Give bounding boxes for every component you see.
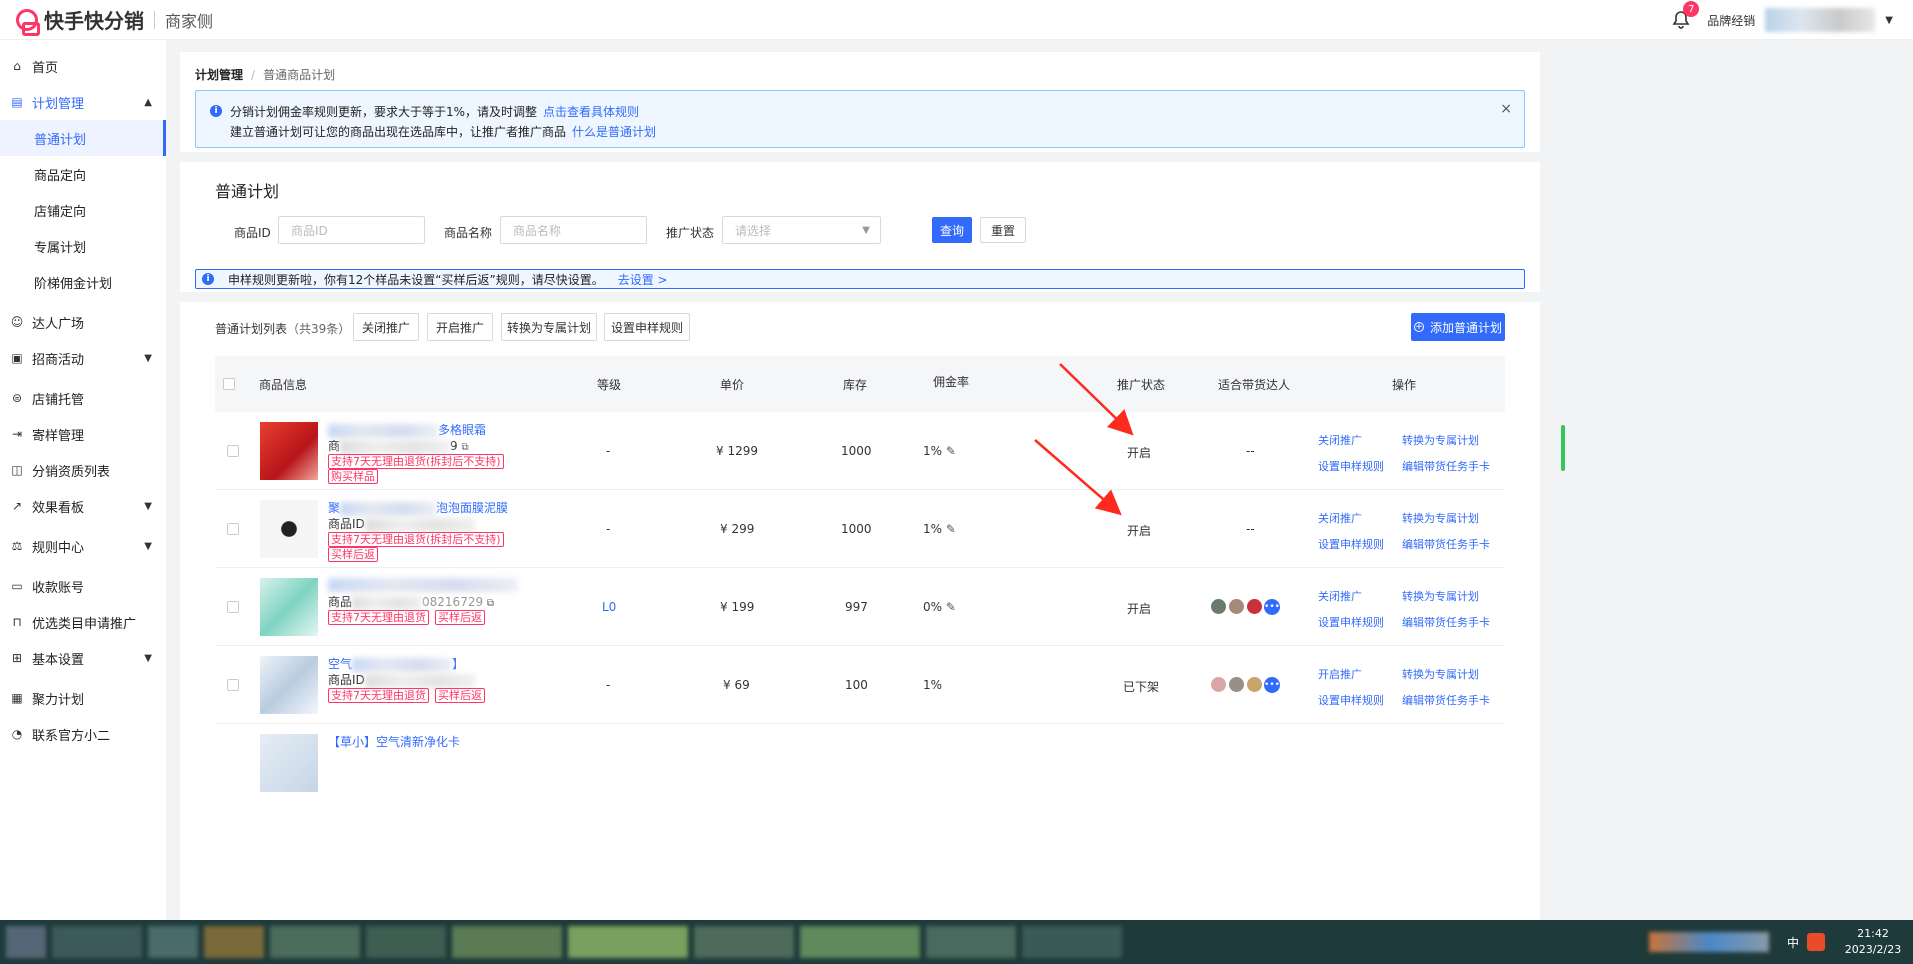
sidebar-item-store-hosting[interactable]: ⊜ 店铺托管 — [0, 380, 166, 416]
sidebar-item-merchant-activity[interactable]: ▣ 招商活动 ▼ — [0, 340, 166, 376]
sidebar-item-label: 优选类目申请推广 — [32, 616, 137, 632]
sidebar: ⌂ 首页 ▤ 计划管理 ▲ 普通计划 商品定向 店铺定向 专属计划 阶梯佣金计划 ☺ 达… — [0, 40, 166, 920]
sidebar-subitem-exclusive-plan[interactable]: 专属计划 — [0, 228, 166, 264]
annotation-arrows — [1034, 363, 1134, 516]
ime-indicator[interactable]: 中 — [1787, 934, 1799, 951]
sidebar-item-label: 寄样管理 — [32, 428, 85, 444]
sidebar-item-qualification-list[interactable]: ◫ 分销资质列表 — [0, 452, 166, 488]
sidebar-item-home[interactable]: ⌂ 首页 — [0, 48, 166, 84]
sidebar-subitem-tiered-commission[interactable]: 阶梯佣金计划 — [0, 264, 166, 300]
sidebar-item-label: 首页 — [32, 60, 59, 76]
sidebar-item-label: 招商活动 — [32, 352, 85, 368]
sidebar-subitem-normal-plan[interactable]: 普通计划 — [0, 120, 166, 156]
sidebar-item-contact-official[interactable]: ◔ 联系官方小二 — [0, 716, 166, 752]
sidebar-item-effect-board[interactable]: ↗ 效果看板 ▼ — [0, 488, 166, 524]
chevron-up-icon: ▲ — [144, 96, 152, 108]
sidebar-item-label: 联系官方小二 — [32, 728, 111, 744]
bell-icon[interactable]: 7 — [1671, 1, 1700, 30]
red-arrow — [1059, 363, 1134, 436]
sidebar-item-label: 达人广场 — [32, 316, 85, 332]
wallet-icon: ▭ — [11, 579, 23, 593]
tray-icons[interactable] — [1648, 932, 1769, 952]
chat-icon: ◔ — [11, 727, 23, 741]
sidebar-item-talent-square[interactable]: ☺ 达人广场 — [0, 304, 166, 340]
sidebar-item-label: 收款账号 — [32, 580, 85, 596]
logo-subtitle: 商家侧 — [165, 11, 214, 31]
chevron-down-icon: ▼ — [144, 652, 152, 664]
role-label: 品牌经销 — [1707, 13, 1756, 28]
grid-icon: ⊞ — [11, 651, 23, 665]
clock-time: 21:42 — [1857, 927, 1889, 940]
clock[interactable]: 21:42 2023/2/23 — [1833, 926, 1913, 958]
sidebar-item-label: 分销资质列表 — [32, 464, 111, 480]
sidebar-subitem-store-targeting[interactable]: 店铺定向 — [0, 192, 166, 228]
top-bar: 快手快分销 商家侧 7 品牌经销 ▼ — [0, 0, 1913, 40]
rule-icon: ⚖ — [11, 539, 23, 553]
bag-icon: ◫ — [11, 463, 23, 477]
system-tray: 中 21:42 2023/2/23 — [1648, 920, 1913, 964]
sidebar-item-sample-management[interactable]: ⇥ 寄样管理 — [0, 416, 166, 452]
red-arrow — [1034, 439, 1122, 516]
chevron-down-icon[interactable]: ▼ — [1885, 15, 1893, 26]
sidebar-subitem-product-targeting[interactable]: 商品定向 — [0, 156, 166, 192]
chart-icon: ↗ — [11, 499, 23, 513]
plan-icon: ▤ — [11, 95, 23, 109]
chevron-down-icon: ▼ — [144, 352, 152, 364]
logo-text: 快手快分销 — [44, 9, 144, 33]
chevron-down-icon: ▼ — [144, 500, 152, 512]
os-taskbar: 中 21:42 2023/2/23 — [0, 920, 1913, 964]
clock-date: 2023/2/23 — [1844, 943, 1902, 956]
activity-icon: ▣ — [11, 351, 23, 365]
sample-icon: ⇥ — [11, 427, 23, 441]
doc-icon: ▦ — [11, 691, 23, 705]
sidebar-item-label: 效果看板 — [32, 500, 85, 516]
sidebar-item-label: 店铺托管 — [32, 392, 85, 408]
logo[interactable]: 快手快分销 商家侧 — [16, 5, 214, 36]
home-icon: ⌂ — [13, 59, 21, 73]
store-icon: ⊜ — [11, 391, 23, 405]
lock-icon: ⊓ — [12, 615, 22, 629]
scroll-thumb[interactable] — [1561, 425, 1565, 471]
sidebar-item-label: 规则中心 — [32, 540, 85, 556]
person-icon: ☺ — [10, 315, 24, 329]
sidebar-item-rule-center[interactable]: ⚖ 规则中心 ▼ — [0, 528, 166, 564]
sidebar-item-juli-plan[interactable]: ▦ 聚力计划 — [0, 680, 166, 716]
sidebar-item-label: 聚力计划 — [32, 692, 85, 708]
sidebar-item-label: 基本设置 — [32, 652, 85, 668]
sogou-icon[interactable] — [1807, 933, 1825, 951]
main-content: 计划管理 / 普通商品计划 i 分销计划佣金率规则更新，要求大于等于1%，请及时调整… — [180, 52, 1540, 920]
logo-divider — [154, 10, 155, 29]
sidebar-item-category-apply[interactable]: ⊓ 优选类目申请推广 — [0, 604, 166, 640]
sidebar-item-basic-settings[interactable]: ⊞ 基本设置 ▼ — [0, 640, 166, 676]
page-scrollbar[interactable] — [1546, 52, 1556, 752]
taskbar-apps — [6, 926, 1128, 958]
user-avatar[interactable] — [1765, 8, 1876, 32]
sidebar-item-payment-account[interactable]: ▭ 收款账号 — [0, 568, 166, 604]
notification-badge: 7 — [1683, 1, 1700, 17]
kuaishou-logo-icon — [16, 8, 40, 36]
chevron-down-icon: ▼ — [144, 540, 152, 552]
sidebar-item-plan-management[interactable]: ▤ 计划管理 ▲ — [0, 84, 166, 120]
sidebar-item-label: 计划管理 — [32, 96, 85, 112]
